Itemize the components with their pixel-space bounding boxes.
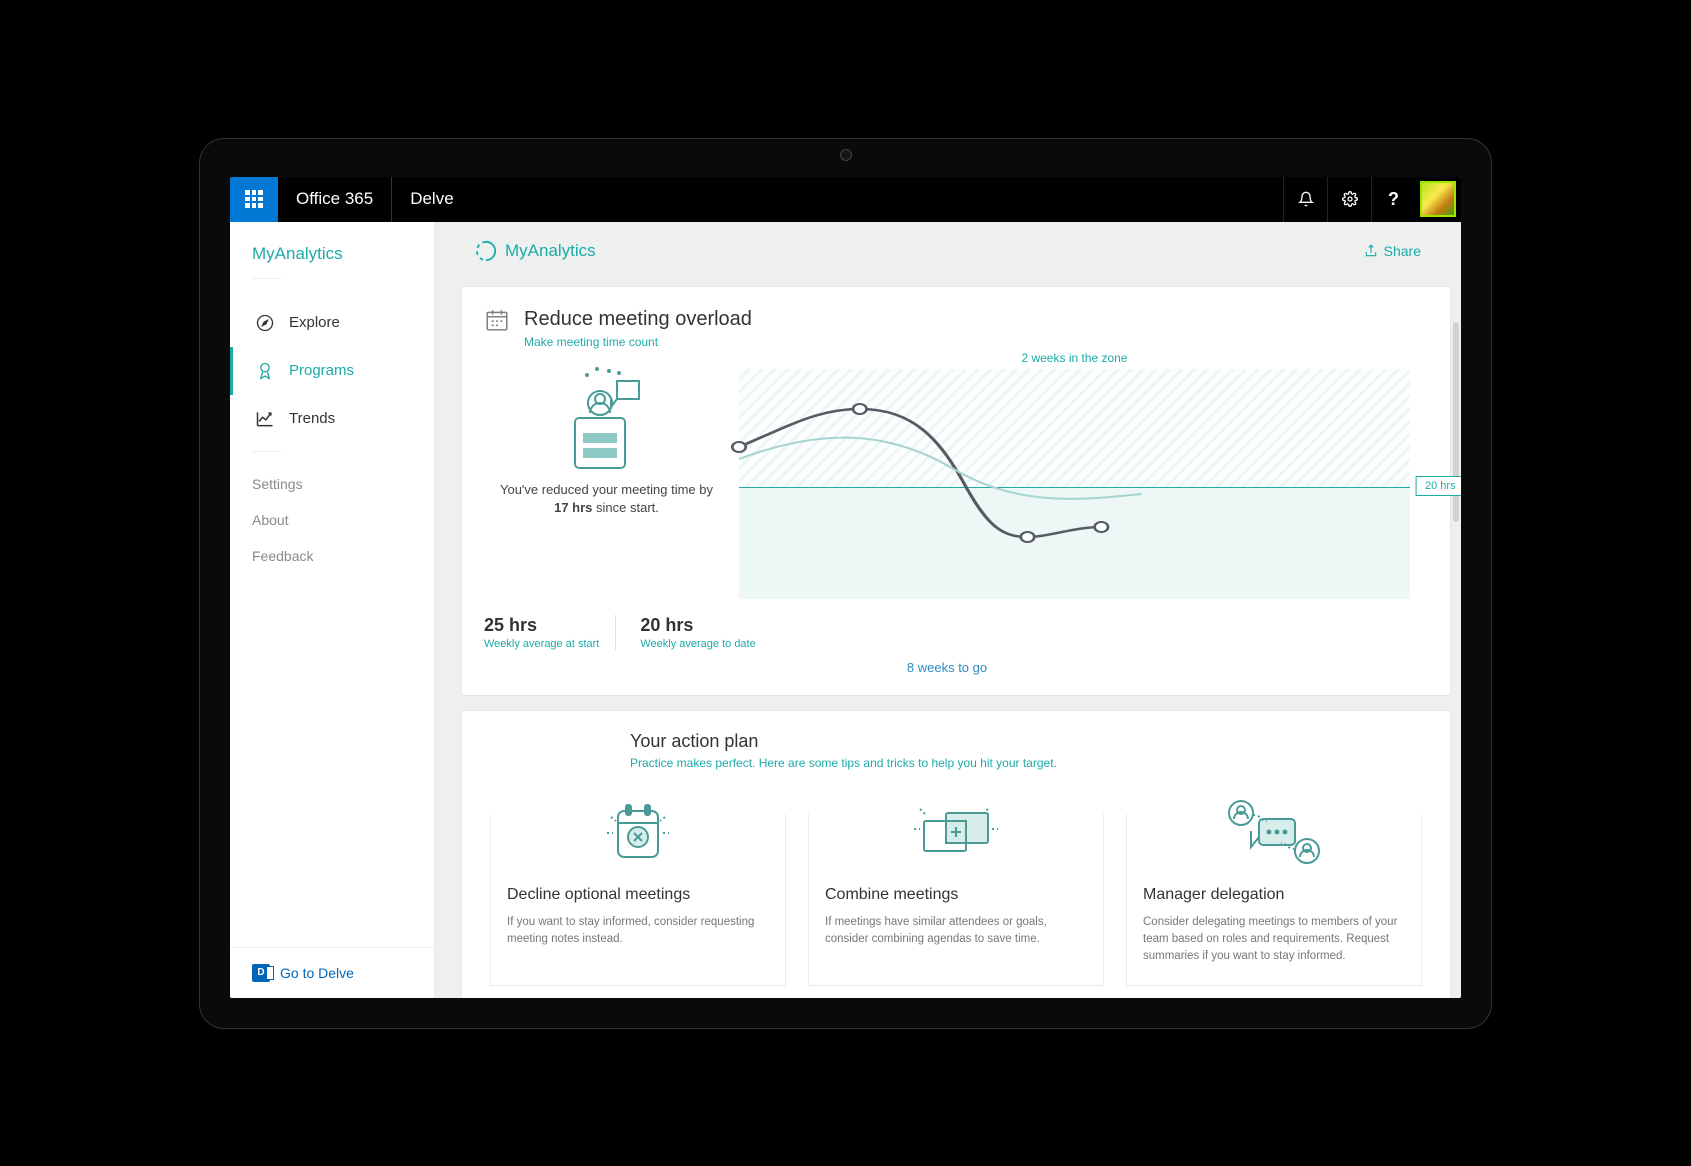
- sidebar-item-label: Explore: [289, 314, 340, 331]
- plan-card-title: Decline optional meetings: [507, 886, 769, 904]
- combine-icon: [906, 795, 1006, 875]
- main-content: MyAnalytics Share Reduce meeting overloa…: [435, 222, 1461, 998]
- plan-card-body: If meetings have similar attendees or go…: [825, 914, 1087, 949]
- camera: [840, 149, 852, 161]
- reduce-message: You've reduced your meeting time by 17 h…: [500, 481, 713, 517]
- sidebar-item-programs[interactable]: Programs: [230, 347, 434, 395]
- share-icon: [1364, 244, 1378, 258]
- card-subtitle: Make meeting time count: [524, 335, 1410, 349]
- plan-card-delegation[interactable]: Manager delegation Consider delegating m…: [1126, 814, 1422, 987]
- sidebar-brand: MyAnalytics: [230, 222, 434, 278]
- delve-icon: D: [252, 964, 270, 982]
- go-to-delve-link[interactable]: D Go to Delve: [230, 947, 434, 998]
- sidebar-item-label: Trends: [289, 410, 335, 427]
- screen: Office 365 Delve ? MyAnalytics: [230, 177, 1461, 998]
- notifications-button[interactable]: [1283, 177, 1327, 222]
- action-plan-subtitle: Practice makes perfect. Here are some ti…: [630, 756, 1422, 770]
- avatar-image: [1420, 181, 1456, 217]
- trend-icon: [255, 409, 275, 429]
- sidebar-about-link[interactable]: About: [230, 502, 434, 538]
- share-button[interactable]: Share: [1364, 243, 1421, 259]
- topbar: Office 365 Delve ?: [230, 177, 1461, 222]
- stat-todate: 20 hrs Weekly average to date: [615, 615, 771, 650]
- delegation-icon: [1219, 795, 1329, 875]
- suite-title[interactable]: Office 365: [278, 177, 392, 222]
- line-chart: [739, 369, 1410, 599]
- card-title: Reduce meeting overload: [524, 308, 752, 331]
- sidebar-item-trends[interactable]: Trends: [230, 395, 434, 443]
- zone-label: 2 weeks in the zone: [1021, 351, 1127, 365]
- plan-card-title: Manager delegation: [1143, 886, 1405, 904]
- plan-card-combine[interactable]: Combine meetings If meetings have simila…: [808, 814, 1104, 987]
- ribbon-icon: [255, 361, 275, 381]
- threshold-badge: 20 hrs: [1416, 476, 1461, 496]
- question-icon: ?: [1388, 189, 1399, 210]
- share-label: Share: [1384, 243, 1421, 259]
- meeting-chart: 2 weeks in the zone: [739, 357, 1410, 599]
- compass-icon: [255, 313, 275, 333]
- plan-card-decline[interactable]: Decline optional meetings If you want to…: [490, 814, 786, 987]
- settings-button[interactable]: [1327, 177, 1371, 222]
- sidebar-footer-label: Go to Delve: [280, 965, 354, 981]
- presenter-illustration: [557, 363, 657, 473]
- sidebar: MyAnalytics Explore Programs: [230, 222, 435, 998]
- action-plan-card: Your action plan Practice makes perfect.…: [461, 710, 1451, 998]
- app-title[interactable]: Delve: [392, 177, 471, 222]
- plan-card-body: Consider delegating meetings to members …: [1143, 914, 1405, 966]
- calendar-icon: [484, 307, 510, 333]
- main-header: MyAnalytics Share: [435, 222, 1461, 272]
- app-launcher-button[interactable]: [230, 177, 278, 222]
- waffle-icon: [245, 190, 263, 208]
- analytics-icon: [475, 240, 497, 262]
- sidebar-feedback-link[interactable]: Feedback: [230, 538, 434, 574]
- decline-icon: [593, 795, 683, 875]
- help-button[interactable]: ?: [1371, 177, 1415, 222]
- sidebar-item-explore[interactable]: Explore: [230, 299, 434, 347]
- sidebar-settings-link[interactable]: Settings: [230, 466, 434, 502]
- bell-icon: [1298, 191, 1314, 207]
- profile-button[interactable]: [1415, 177, 1461, 222]
- stat-start: 25 hrs Weekly average at start: [484, 615, 615, 650]
- main-header-title: MyAnalytics: [505, 241, 596, 261]
- weeks-to-go: 8 weeks to go: [484, 660, 1410, 675]
- action-plan-title: Your action plan: [630, 731, 1422, 752]
- stats-row: 25 hrs Weekly average at start 20 hrs We…: [484, 615, 1410, 650]
- plan-card-body: If you want to stay informed, consider r…: [507, 914, 769, 949]
- sidebar-item-label: Programs: [289, 362, 354, 379]
- plan-card-title: Combine meetings: [825, 886, 1087, 904]
- tablet-frame: Office 365 Delve ? MyAnalytics: [200, 139, 1491, 1028]
- gear-icon: [1342, 191, 1358, 207]
- reduce-meetings-card: Reduce meeting overload Make meeting tim…: [461, 286, 1451, 696]
